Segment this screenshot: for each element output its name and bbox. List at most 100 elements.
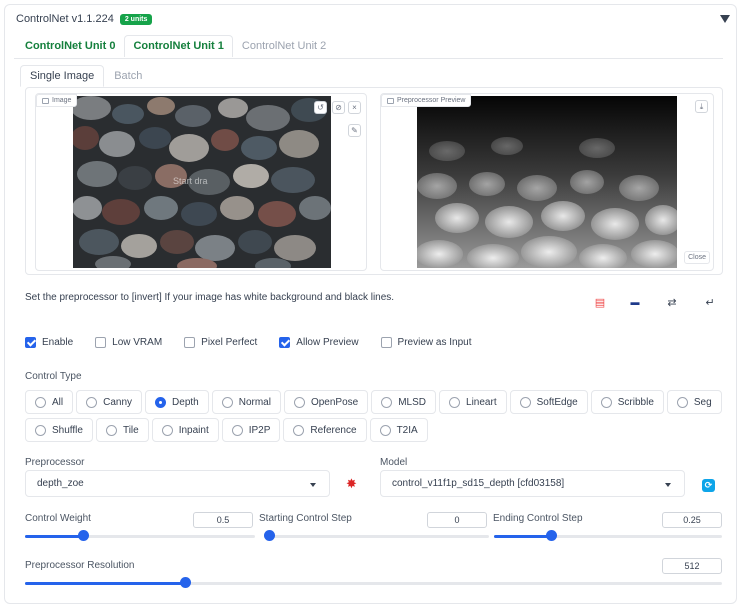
control-weight-input[interactable]: 0.5 [193,512,253,528]
options-checkboxes: Enable Low VRAM Pixel Perfect Allow Prev… [25,337,493,348]
control-type-depth[interactable]: Depth [145,390,209,414]
swap-icon[interactable]: ⇄ [662,292,682,312]
radio-dot[interactable] [600,396,612,408]
start-drawing-hint: Start dra [173,176,208,186]
refresh-models-icon[interactable]: ⟳ [702,479,715,492]
radio-dot[interactable] [86,396,98,408]
control-type-all[interactable]: All [25,390,74,414]
ending-step-input[interactable]: 0.25 [662,512,722,528]
control-type-seg[interactable]: Seg [666,390,722,414]
panel-header[interactable]: ControlNet v1.1.224 2 units [16,13,153,25]
image-label-text: Image [52,97,72,104]
slider-thumb[interactable] [77,530,89,541]
radio-dot[interactable] [449,396,461,408]
control-type-openpose[interactable]: OpenPose [283,390,369,414]
control-type-inpaint[interactable]: Inpaint [151,418,219,442]
image-input-box[interactable]: Image Start dra ↺ ⊘ × ✎ [35,93,367,271]
control-type-row-1: All Canny Depth Normal OpenPose MLSD Lin… [25,390,725,414]
checkbox-box[interactable] [25,337,36,348]
tab-unit-0[interactable]: ControlNet Unit 0 [16,35,124,57]
brush-icon[interactable]: ✎ [348,124,361,137]
tab-batch[interactable]: Batch [104,65,152,87]
radio-dot[interactable] [381,396,393,408]
preprocessor-resolution-slider[interactable] [25,577,722,589]
preview-as-input-checkbox[interactable]: Preview as Input [380,337,471,348]
control-type-tile[interactable]: Tile [95,418,149,442]
model-label: Model [380,457,408,468]
control-type-shuffle[interactable]: Shuffle [25,418,93,442]
radio-dot[interactable] [155,396,167,408]
collapse-icon[interactable] [720,15,730,23]
control-type-lineart[interactable]: Lineart [439,390,507,414]
preprocessor-value: depth_zoe [37,478,84,489]
checkbox-box[interactable] [95,337,107,348]
enable-checkbox[interactable]: Enable [25,337,73,348]
preprocessor-label: Preprocessor [25,457,85,468]
radio-dot[interactable] [293,424,305,436]
radio-label: Normal [238,396,271,408]
close-icon[interactable]: × [348,101,361,114]
control-weight-slider[interactable] [25,530,255,542]
preprocessor-resolution-input[interactable]: 512 [662,558,722,574]
erase-icon[interactable]: ⊘ [332,101,345,114]
chevron-down-icon [665,483,671,487]
checkbox-box[interactable] [279,337,291,348]
radio-dot[interactable] [519,396,531,408]
slider-thumb[interactable] [264,530,275,541]
tab-single-image[interactable]: Single Image [20,65,105,87]
control-type-mlsd[interactable]: MLSD [371,390,437,414]
radio-dot[interactable] [676,396,688,408]
create-canvas-icon[interactable]: ▤ [590,292,610,312]
radio-label: Seg [693,396,712,408]
send-dimensions-icon[interactable]: ↵ [700,292,720,312]
control-weight-label: Control Weight [25,513,91,524]
control-type-reference[interactable]: Reference [283,418,367,442]
invert-hint: Set the preprocessor to [invert] If your… [25,292,395,303]
radio-label: Scribble [617,396,654,408]
radio-dot[interactable] [231,424,243,436]
radio-dot[interactable] [221,396,233,408]
control-type-scribble[interactable]: Scribble [590,390,664,414]
radio-dot[interactable] [105,424,117,436]
webcam-icon[interactable]: ▬ [625,292,645,312]
radio-dot[interactable] [161,424,173,436]
control-type-normal[interactable]: Normal [211,390,281,414]
tab-unit-1[interactable]: ControlNet Unit 1 [124,35,233,57]
ending-step-label: Ending Control Step [493,513,583,524]
chevron-down-icon [310,483,316,487]
tab-unit-2[interactable]: ControlNet Unit 2 [233,35,335,57]
radio-label: T2IA [396,424,418,436]
starting-step-input[interactable]: 0 [427,512,487,528]
starting-step-slider[interactable] [264,530,489,542]
control-type-softedge[interactable]: SoftEdge [509,390,588,414]
radio-dot[interactable] [35,424,46,436]
radio-dot[interactable] [293,396,305,408]
model-value: control_v11f1p_sd15_depth [cfd03158] [392,478,565,489]
preprocessor-resolution-label: Preprocessor Resolution [25,560,135,571]
radio-label: Shuffle [52,424,83,436]
slider-thumb[interactable] [546,530,557,541]
control-type-row-2: Shuffle Tile Inpaint IP2P Reference T2IA [25,418,431,442]
control-type-canny[interactable]: Canny [76,390,143,414]
run-preprocessor-icon[interactable]: ✸ [346,477,357,490]
checkbox-box[interactable] [184,337,196,348]
radio-dot[interactable] [35,396,46,408]
model-dropdown[interactable]: control_v11f1p_sd15_depth [cfd03158] [380,470,685,497]
checkbox-label: Allow Preview [296,337,359,348]
radio-dot[interactable] [379,424,391,436]
preprocessor-dropdown[interactable]: depth_zoe [25,470,330,497]
radio-label: Inpaint [178,424,209,436]
control-type-t2ia[interactable]: T2IA [369,418,428,442]
radio-label: Tile [122,424,139,436]
pixel-perfect-checkbox[interactable]: Pixel Perfect [184,337,257,348]
ending-step-slider[interactable] [494,530,722,542]
download-icon[interactable]: ⤓ [695,100,708,113]
allow-preview-checkbox[interactable]: Allow Preview [279,337,359,348]
preview-close-button[interactable]: Close [684,251,710,264]
low-vram-checkbox[interactable]: Low VRAM [95,337,162,348]
radio-label: SoftEdge [536,396,578,408]
undo-icon[interactable]: ↺ [314,101,327,114]
control-type-ip2p[interactable]: IP2P [221,418,281,442]
slider-thumb[interactable] [180,577,192,588]
checkbox-box[interactable] [380,337,392,348]
